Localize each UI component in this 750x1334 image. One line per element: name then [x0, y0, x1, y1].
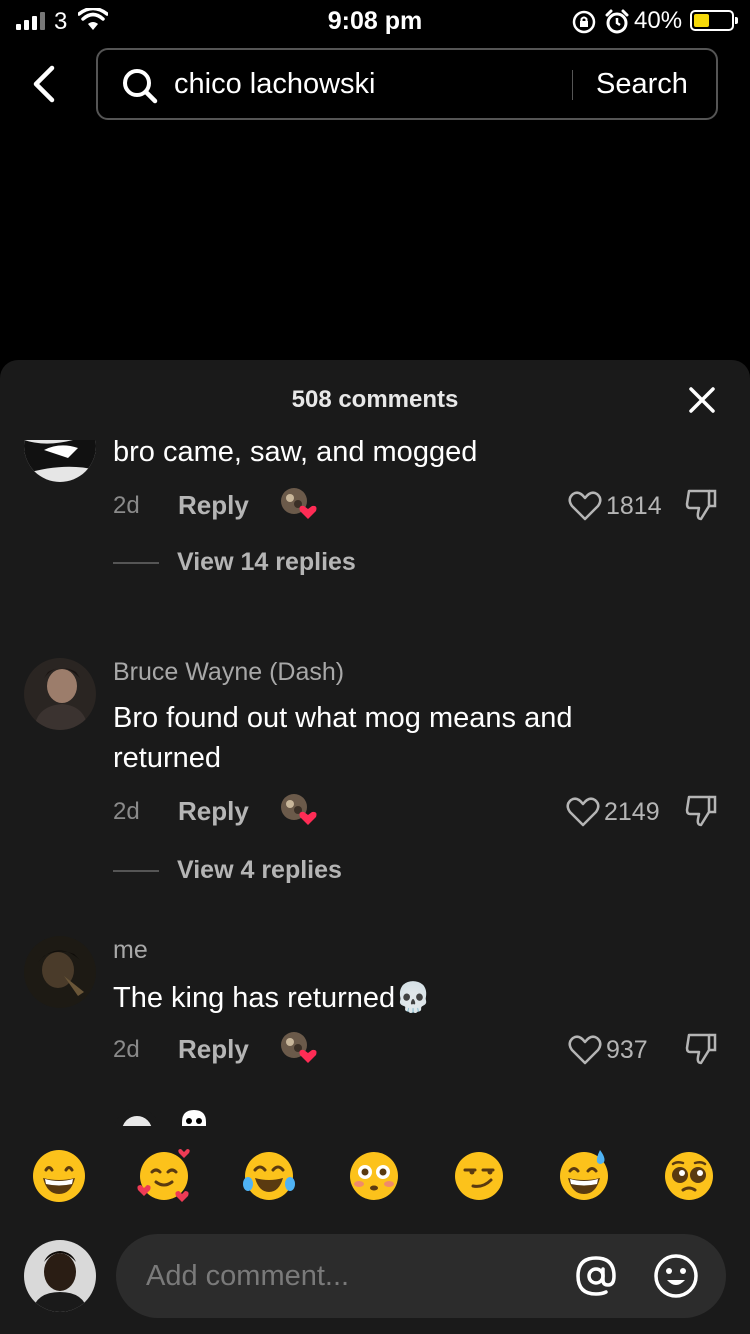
- search-query[interactable]: chico lachowski: [174, 68, 375, 101]
- replies-divider: [113, 870, 159, 872]
- emoji-picker-icon[interactable]: [652, 1252, 700, 1300]
- replies-divider: [113, 562, 159, 564]
- battery-icon: [690, 10, 738, 31]
- emoji-bar: [0, 1148, 750, 1208]
- comment-text: Bro found out what mog means and returne…: [113, 702, 573, 774]
- comment-input[interactable]: [146, 1254, 566, 1298]
- like-count: 2149: [604, 797, 660, 826]
- comment-username[interactable]: me: [113, 936, 148, 965]
- creator-liked-icon: [281, 1032, 317, 1063]
- comment-text: The king has returned💀: [113, 982, 432, 1014]
- like-button[interactable]: 1814: [568, 488, 662, 524]
- comments-sheet: 508 comments . bro came, saw, and mogged…: [0, 360, 750, 1334]
- comment-actions: 2d Reply 937: [113, 1030, 723, 1070]
- dislike-icon[interactable]: [685, 1032, 717, 1066]
- search-divider: [572, 70, 573, 100]
- view-replies-label[interactable]: View 14 replies: [177, 548, 356, 577]
- heart-icon: [568, 491, 602, 521]
- battery-percent: 40%: [634, 7, 683, 34]
- dislike-icon[interactable]: [685, 794, 717, 828]
- comments-count-title: 508 comments: [291, 386, 459, 413]
- like-button[interactable]: 2149: [566, 794, 660, 830]
- heart-icon: [566, 797, 600, 827]
- like-count: 937: [606, 1035, 648, 1064]
- avatar[interactable]: [24, 440, 96, 482]
- comments-list[interactable]: . bro came, saw, and mogged 2d Reply 181…: [0, 440, 750, 1126]
- back-arrow-icon[interactable]: [28, 62, 62, 106]
- comment-age: 2d: [113, 798, 140, 825]
- mention-icon[interactable]: [572, 1252, 620, 1300]
- comment-input-bar[interactable]: [116, 1234, 726, 1318]
- reply-button[interactable]: Reply: [178, 490, 249, 521]
- like-count: 1814: [606, 491, 662, 520]
- my-avatar: [24, 1240, 96, 1312]
- heart-icon: [568, 1035, 602, 1065]
- orientation-lock-icon: [572, 10, 596, 34]
- emoji-tears-of-joy[interactable]: [241, 1148, 297, 1204]
- comment-age: 2d: [113, 492, 140, 519]
- emoji-flushed[interactable]: [346, 1148, 402, 1204]
- comment-username[interactable]: Bruce Wayne (Dash): [113, 658, 344, 687]
- reply-button[interactable]: Reply: [178, 1034, 249, 1065]
- avatar[interactable]: [24, 936, 96, 1008]
- comment-actions: 2d Reply 2149: [113, 792, 723, 832]
- avatar[interactable]: [24, 658, 96, 730]
- emoji-smiling-hearts[interactable]: [136, 1148, 192, 1204]
- reply-button[interactable]: Reply: [178, 796, 249, 827]
- search-button[interactable]: Search: [596, 68, 688, 101]
- alarm-icon: [605, 9, 629, 34]
- comment-actions: 2d Reply 1814: [113, 486, 723, 526]
- search-icon: [123, 69, 158, 104]
- emoji-smirk[interactable]: [451, 1148, 507, 1204]
- emoji-grin[interactable]: [31, 1148, 87, 1204]
- ghost-icon: [182, 1110, 206, 1126]
- dislike-icon[interactable]: [685, 488, 717, 522]
- emoji-grin-sweat[interactable]: [556, 1148, 612, 1204]
- creator-liked-icon: [281, 488, 317, 519]
- creator-liked-icon: [281, 794, 317, 825]
- avatar[interactable]: [114, 1108, 160, 1126]
- like-button[interactable]: 937: [568, 1032, 648, 1068]
- status-bar: 3 9:08 pm 40%: [0, 0, 750, 40]
- emoji-pleading[interactable]: [661, 1148, 717, 1204]
- view-replies-label[interactable]: View 4 replies: [177, 856, 342, 885]
- comment-text: bro came, saw, and mogged: [113, 440, 478, 468]
- close-icon[interactable]: [684, 382, 720, 418]
- comment-age: 2d: [113, 1036, 140, 1063]
- search-bar[interactable]: chico lachowski Search: [96, 48, 718, 120]
